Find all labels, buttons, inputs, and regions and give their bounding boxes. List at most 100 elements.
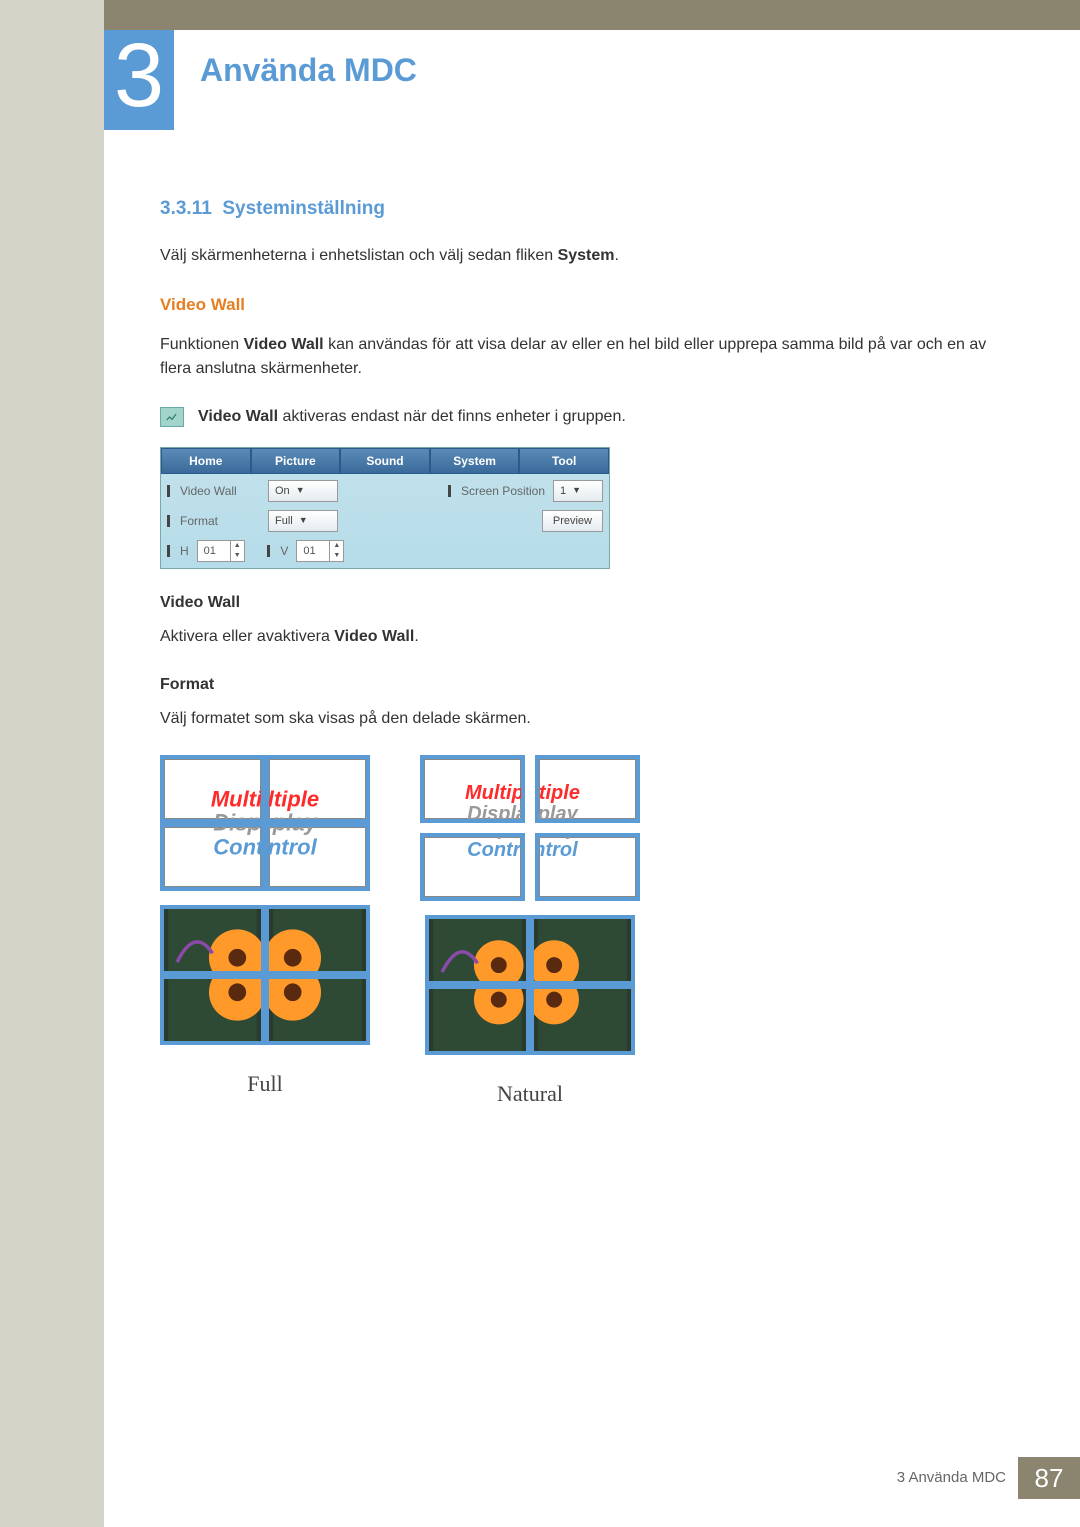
text-bold: Video Wall (198, 408, 278, 425)
select-value: 1 (560, 483, 566, 500)
chevron-down-icon: ▼ (296, 484, 305, 498)
left-sidebar (0, 0, 104, 1527)
caption-natural: Natural (497, 1077, 563, 1110)
cell (425, 915, 530, 985)
ui-screenshot: Home Picture Sound System Tool Video Wal… (160, 447, 610, 569)
marker-icon (167, 485, 170, 497)
note-text: Video Wall aktiveras endast när det finn… (198, 405, 626, 429)
marker-icon (448, 485, 451, 497)
top-banner (104, 0, 1080, 30)
chevron-down-icon[interactable]: ▼ (330, 551, 343, 561)
note-icon (160, 407, 184, 427)
format-label: Format (180, 512, 260, 530)
sub-format-text: Välj formatet som ska visas på den delad… (160, 707, 996, 731)
natural-photo-diagram (425, 915, 635, 1055)
sub-videowall-head: Video Wall (160, 591, 996, 615)
text-bold: Video Wall (244, 336, 324, 353)
cell: MultipleDisplayControl (535, 755, 640, 823)
text: Display (265, 810, 317, 823)
text: Funktionen (160, 336, 244, 353)
tab-home[interactable]: Home (161, 448, 251, 474)
cell: MultipleDisplayControl (535, 833, 640, 901)
tab-sound[interactable]: Sound (340, 448, 430, 474)
text-bold: System (558, 247, 615, 264)
page-number: 87 (1018, 1457, 1080, 1499)
screen-position-select[interactable]: 1▼ (553, 480, 603, 502)
text: Display (213, 810, 265, 823)
text: Control (265, 834, 317, 859)
tab-picture[interactable]: Picture (251, 448, 341, 474)
format-select[interactable]: Full▼ (268, 510, 338, 532)
cell: MultipleDisplayControl (160, 823, 265, 891)
section-title: Systeminställning (222, 198, 385, 219)
videowall-desc: Funktionen Video Wall kan användas för a… (160, 333, 996, 381)
cell (530, 915, 635, 985)
cell: MultipleDisplayControl (265, 823, 370, 891)
cell (160, 905, 265, 975)
text: Aktivera eller avaktivera (160, 628, 334, 645)
text: aktiveras endast när det finns enheter i… (278, 408, 626, 425)
stepper-value: 01 (204, 543, 216, 560)
text: Multiple (265, 787, 319, 812)
full-text-diagram: MultipleDisplayControl MultipleDisplayCo… (160, 755, 370, 891)
videowall-heading: Video Wall (160, 292, 996, 318)
section-number: 3.3.11 (160, 198, 212, 219)
marker-icon (167, 515, 170, 527)
chevron-down-icon: ▼ (299, 514, 308, 528)
format-diagrams: MultipleDisplayControl MultipleDisplayCo… (160, 755, 996, 1110)
ui-body: Video Wall On▼ Format Full▼ H 01▲▼ (161, 474, 609, 568)
chevron-down-icon: ▼ (572, 484, 581, 498)
cell (160, 975, 265, 1045)
footer-label: 3 Använda MDC (897, 1467, 1006, 1490)
v-stepper[interactable]: 01 ▲▼ (296, 540, 344, 562)
note-row: Video Wall aktiveras endast när det finn… (160, 405, 996, 429)
marker-icon (167, 545, 170, 557)
sub-format-head: Format (160, 673, 996, 697)
footer: 3 Använda MDC 87 (897, 1457, 1080, 1499)
text: . (414, 628, 418, 645)
h-stepper[interactable]: 01 ▲▼ (197, 540, 245, 562)
sub-videowall-text: Aktivera eller avaktivera Video Wall. (160, 625, 996, 649)
page: 3 Använda MDC 3.3.11 Systeminställning V… (0, 0, 1080, 1527)
caption-full: Full (247, 1067, 282, 1100)
chevron-up-icon[interactable]: ▲ (330, 541, 343, 551)
text: Multiple (535, 782, 580, 804)
cell (425, 985, 530, 1055)
text: Control (467, 839, 525, 861)
stepper-value: 01 (303, 543, 315, 560)
h-label: H (180, 542, 189, 560)
section-intro: Välj skärmenheterna i enhetslistan och v… (160, 244, 996, 268)
content: 3.3.11 Systeminställning Välj skärmenhet… (160, 195, 996, 1110)
cell (265, 975, 370, 1045)
text: Display (535, 803, 578, 823)
full-column: MultipleDisplayControl MultipleDisplayCo… (160, 755, 370, 1110)
text: . (614, 247, 618, 264)
v-label: V (280, 542, 288, 560)
cell: MultipleDisplayControl (420, 833, 525, 901)
text: Control (535, 839, 578, 861)
text: Multiple (465, 782, 525, 804)
natural-column: MultipleDisplayControl MultipleDisplayCo… (420, 755, 640, 1110)
tab-system[interactable]: System (430, 448, 520, 474)
marker-icon (267, 545, 270, 557)
cell (265, 905, 370, 975)
select-value: On (275, 483, 290, 500)
chevron-down-icon[interactable]: ▼ (231, 551, 244, 561)
text: Multiple (211, 787, 265, 812)
chapter-badge: 3 (104, 30, 174, 130)
chevron-up-icon[interactable]: ▲ (231, 541, 244, 551)
full-photo-diagram (160, 905, 370, 1045)
screen-position-label: Screen Position (461, 482, 545, 500)
videowall-label: Video Wall (180, 482, 260, 500)
text: Välj skärmenheterna i enhetslistan och v… (160, 247, 558, 264)
ui-tabs: Home Picture Sound System Tool (161, 448, 609, 474)
cell: MultipleDisplayControl (420, 755, 525, 823)
preview-button[interactable]: Preview (542, 510, 603, 532)
tab-tool[interactable]: Tool (519, 448, 609, 474)
chapter-title: Använda MDC (200, 46, 417, 94)
videowall-select[interactable]: On ▼ (268, 480, 338, 502)
cell (530, 985, 635, 1055)
chapter-number: 3 (114, 31, 164, 121)
text: Display (467, 803, 525, 823)
cell: MultipleDisplayControl (265, 755, 370, 823)
